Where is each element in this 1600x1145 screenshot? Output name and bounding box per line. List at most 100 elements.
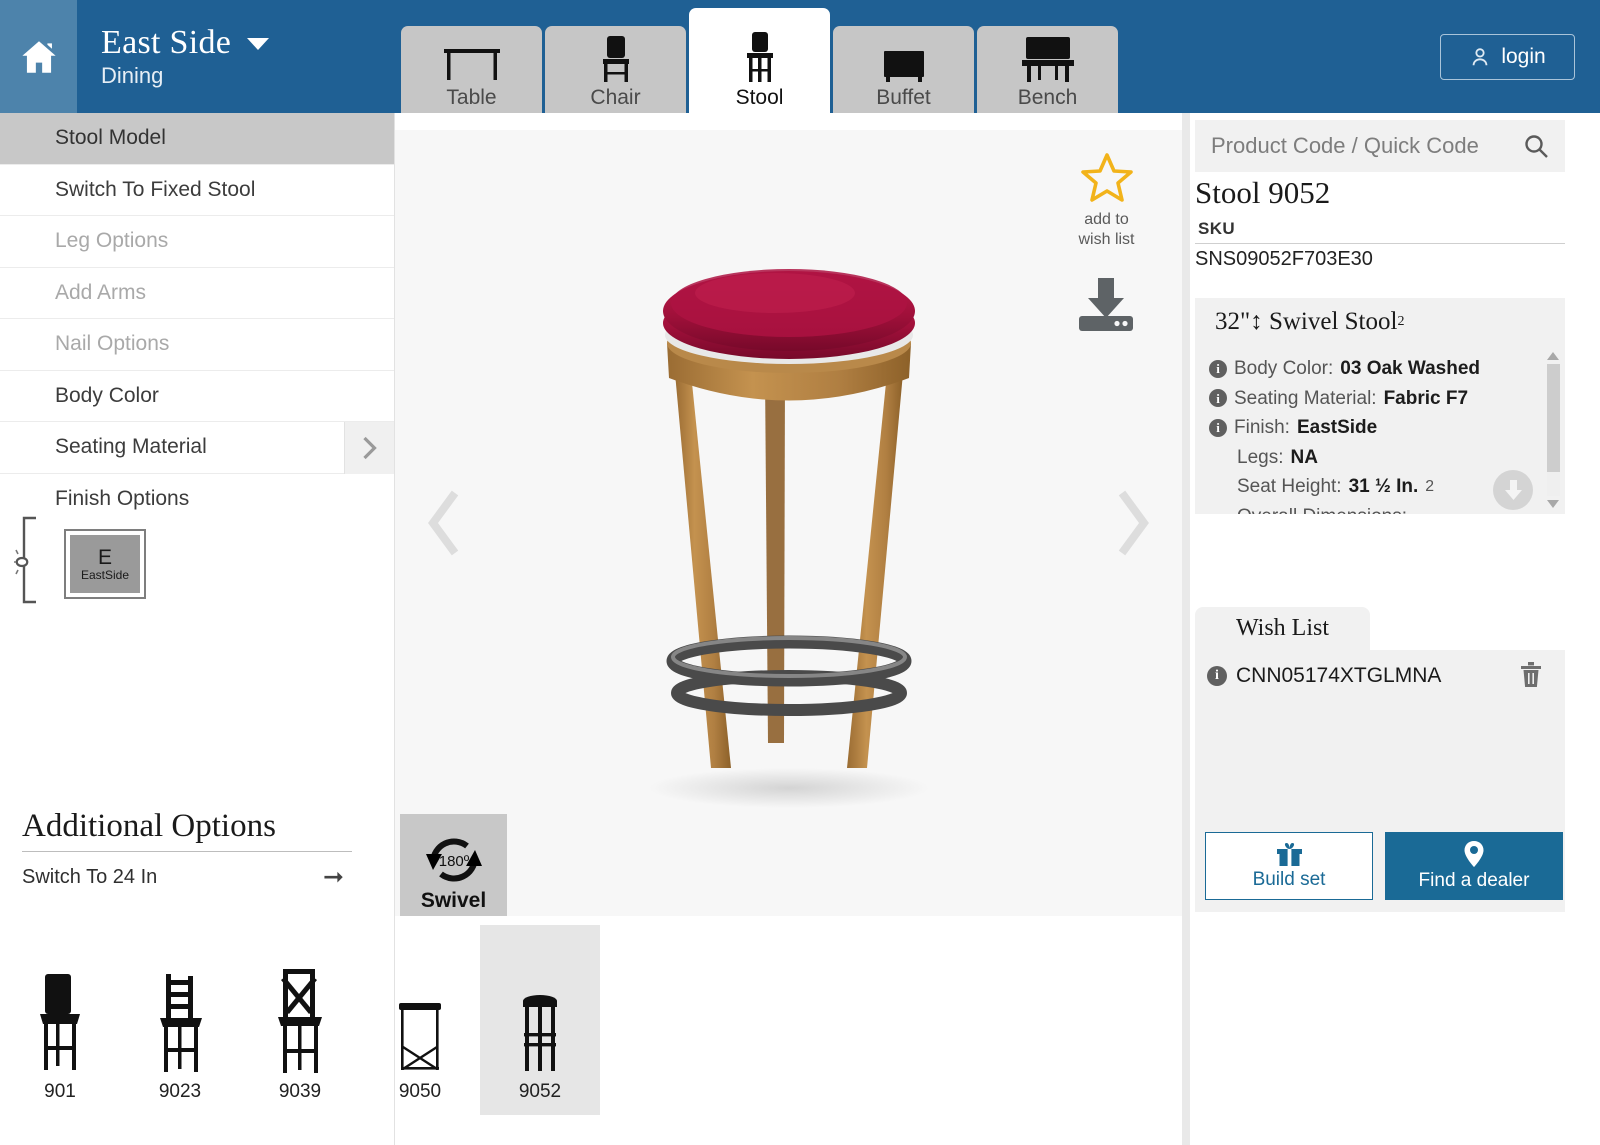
tab-buffet[interactable]: Buffet — [833, 26, 974, 113]
bench-icon — [1018, 26, 1078, 86]
chair-icon — [595, 26, 637, 86]
category-tabs: Table Chair Stool Buffet Bench — [401, 0, 1118, 113]
spec-header-footnote: 2 — [1397, 314, 1405, 329]
add-to-wish-list-button[interactable]: add to wish list — [1059, 152, 1154, 250]
option-label: Stool Model — [55, 126, 166, 150]
info-icon[interactable]: i — [1207, 666, 1227, 686]
thumbnail-label: 9023 — [158, 1081, 202, 1102]
scroll-down-arrow[interactable] — [1547, 500, 1559, 508]
sidebar-item-body-color[interactable]: Body Color — [0, 370, 394, 422]
swivel-badge: 180º Swivel — [400, 814, 507, 916]
search-input[interactable] — [1211, 133, 1523, 159]
next-model-button[interactable] — [1104, 481, 1160, 565]
product-title: Stool 9052 — [1195, 175, 1331, 210]
option-label: Body Color — [55, 383, 159, 407]
tab-label: Table — [446, 85, 497, 109]
spec-card: 32"↕ Swivel Stool 2 i Body Color: 03 Oak… — [1195, 298, 1565, 514]
chevron-left-icon — [428, 490, 459, 556]
page-title: East Side — [101, 23, 232, 61]
scroll-up-arrow[interactable] — [1547, 352, 1559, 360]
thumbnail-901[interactable]: 901 — [0, 925, 120, 1115]
thumbnail-9039[interactable]: 9039 — [240, 925, 360, 1115]
spec-row-finish: i Finish: EastSide — [1209, 413, 1565, 443]
wish-list-body: i CNN05174XTGLMNA Build set Find a deale… — [1195, 650, 1565, 912]
spec-label: Overall Dimensions: — [1237, 502, 1407, 515]
thumbnail-label: 901 — [44, 1081, 76, 1102]
download-button[interactable] — [1075, 278, 1137, 337]
buffet-icon — [877, 26, 931, 86]
stool-9050-icon — [387, 933, 453, 1081]
find-a-dealer-button[interactable]: Find a dealer — [1385, 832, 1563, 900]
spec-value: 31 ½ In. — [1348, 476, 1419, 497]
previous-model-button[interactable] — [417, 481, 473, 565]
sidebar-item-switch-to-fixed-stool[interactable]: Switch To Fixed Stool — [0, 164, 394, 216]
thumbnail-9050[interactable]: 9050 — [360, 925, 480, 1115]
chevron-down-icon[interactable] — [247, 38, 270, 51]
stool-9039-icon — [268, 933, 332, 1081]
swivel-label: Swivel — [420, 888, 487, 912]
details-panel: Stool 9052 SKU SNS09052F703E30 32"↕ Swiv… — [1190, 113, 1600, 1145]
additional-options-title: Additional Options — [22, 808, 352, 852]
delete-wish-item-button[interactable] — [1519, 662, 1543, 693]
stool-901-icon — [28, 933, 92, 1081]
tab-stool[interactable]: Stool — [689, 8, 830, 113]
wish-list-item[interactable]: i CNN05174XTGLMNA — [1207, 664, 1549, 688]
trash-icon — [1521, 662, 1541, 687]
seating-material-expand-button[interactable] — [344, 422, 394, 474]
svg-text:180º: 180º — [438, 853, 469, 870]
additional-options-section: Additional Options Switch To 24 In ➞ — [22, 808, 362, 902]
tab-bench[interactable]: Bench — [977, 26, 1118, 113]
info-icon[interactable]: i — [1209, 418, 1227, 437]
sku-divider — [1195, 243, 1565, 244]
scrollbar-thumb[interactable] — [1547, 364, 1560, 472]
finish-swatch-eastside[interactable]: E EastSide — [64, 529, 146, 599]
thumbnail-9023[interactable]: 9023 — [120, 925, 240, 1115]
scroll-down-button[interactable] — [1493, 470, 1533, 510]
tab-table[interactable]: Table — [401, 26, 542, 113]
home-button[interactable] — [0, 0, 79, 113]
login-button[interactable]: login — [1440, 34, 1575, 80]
wish-item-code: CNN05174XTGLMNA — [1236, 664, 1442, 687]
model-thumbnail-strip: 901 9023 9039 9050 9052 — [0, 925, 755, 1115]
tab-label: Chair — [590, 85, 641, 109]
sku-label: SKU — [1198, 219, 1236, 238]
rotate-icon: 180º — [425, 837, 482, 882]
search-icon[interactable] — [1523, 133, 1549, 159]
sidebar-item-seating-material[interactable]: Seating Material — [0, 422, 394, 474]
map-pin-icon — [1464, 841, 1484, 867]
find-a-dealer-label: Find a dealer — [1418, 870, 1530, 891]
spec-value: Fabric F7 — [1383, 387, 1469, 409]
stool-product-image — [648, 269, 929, 808]
info-icon[interactable]: i — [1209, 389, 1227, 408]
additional-option-switch-to-24-in[interactable]: Switch To 24 In ➞ — [22, 852, 344, 902]
thumbnail-9052[interactable]: 9052 — [480, 925, 600, 1115]
sidebar-item-stool-model[interactable]: Stool Model — [0, 113, 394, 165]
swatch-name: EastSide — [80, 568, 130, 582]
tab-chair[interactable]: Chair — [545, 26, 686, 113]
swatch-letter: E — [97, 546, 112, 569]
gift-icon — [1276, 843, 1302, 866]
spec-label: Legs: — [1237, 446, 1284, 468]
additional-option-label: Switch To 24 In — [22, 865, 158, 888]
sidebar-item-leg-options: Leg Options — [0, 216, 394, 268]
login-label: login — [1501, 45, 1546, 68]
spec-header-text: 32"↕ Swivel Stool — [1215, 308, 1398, 335]
product-viewer[interactable]: add to wish list 180º Swivel — [395, 130, 1182, 916]
wish-star-line2: wish list — [1078, 231, 1135, 248]
option-label: Seating Material — [55, 435, 207, 459]
chevron-right-icon — [363, 436, 377, 459]
build-set-button[interactable]: Build set — [1205, 832, 1373, 900]
star-icon — [1080, 153, 1133, 202]
thumbnail-label: 9052 — [518, 1081, 562, 1102]
tab-label: Buffet — [876, 85, 931, 109]
wish-list-tab[interactable]: Wish List — [1195, 607, 1370, 650]
spec-footnote: 2 — [1425, 478, 1435, 495]
spec-scrollbar[interactable] — [1545, 350, 1562, 510]
download-icon — [1079, 278, 1133, 331]
thumbnail-label: 9050 — [398, 1081, 442, 1102]
spec-label: Body Color: — [1234, 358, 1334, 379]
quick-code-search[interactable] — [1195, 120, 1565, 172]
panel-divider — [1182, 113, 1190, 1145]
info-icon[interactable]: i — [1209, 359, 1227, 378]
app-header: East Side Dining Table Chair Stool Buffe… — [0, 0, 1600, 113]
